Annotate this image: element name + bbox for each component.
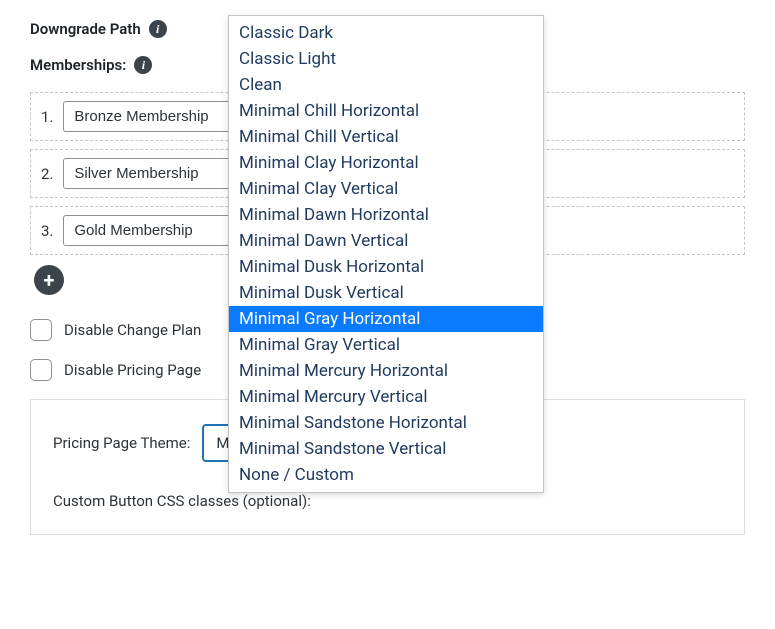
membership-index: 3. <box>41 222 53 240</box>
theme-option[interactable]: Minimal Chill Vertical <box>229 124 543 150</box>
theme-option[interactable]: Classic Light <box>229 46 543 72</box>
theme-option[interactable]: Minimal Sandstone Vertical <box>229 436 543 462</box>
pricing-theme-listbox[interactable]: Classic DarkClassic LightCleanMinimal Ch… <box>228 15 544 493</box>
info-icon[interactable]: i <box>149 20 167 38</box>
info-icon[interactable]: i <box>134 56 152 74</box>
membership-index: 1. <box>41 108 53 126</box>
downgrade-path-label: Downgrade Path <box>30 20 141 38</box>
theme-option[interactable]: None / Custom <box>229 462 543 488</box>
theme-option[interactable]: Minimal Mercury Vertical <box>229 384 543 410</box>
theme-option[interactable]: Minimal Sandstone Horizontal <box>229 410 543 436</box>
disable-change-plan-label: Disable Change Plan <box>64 321 201 339</box>
theme-option[interactable]: Minimal Clay Horizontal <box>229 150 543 176</box>
pricing-theme-label: Pricing Page Theme: <box>53 434 190 452</box>
theme-option[interactable]: Minimal Dawn Vertical <box>229 228 543 254</box>
theme-option[interactable]: Minimal Dusk Vertical <box>229 280 543 306</box>
theme-option[interactable]: Minimal Mercury Horizontal <box>229 358 543 384</box>
membership-index: 2. <box>41 165 53 183</box>
theme-option[interactable]: Classic Dark <box>229 20 543 46</box>
theme-option[interactable]: Minimal Dusk Horizontal <box>229 254 543 280</box>
disable-pricing-page-checkbox[interactable] <box>30 359 52 381</box>
theme-option[interactable]: Clean <box>229 72 543 98</box>
disable-pricing-page-label: Disable Pricing Page <box>64 361 201 379</box>
theme-option[interactable]: Minimal Chill Horizontal <box>229 98 543 124</box>
memberships-label: Memberships: <box>30 56 126 74</box>
theme-option[interactable]: Minimal Gray Vertical <box>229 332 543 358</box>
theme-option[interactable]: Minimal Dawn Horizontal <box>229 202 543 228</box>
plus-icon: + <box>44 268 55 292</box>
theme-option[interactable]: Minimal Clay Vertical <box>229 176 543 202</box>
custom-css-label: Custom Button CSS classes (optional): <box>53 492 722 510</box>
disable-change-plan-checkbox[interactable] <box>30 319 52 341</box>
add-membership-button[interactable]: + <box>34 265 64 295</box>
theme-option[interactable]: Minimal Gray Horizontal <box>229 306 543 332</box>
